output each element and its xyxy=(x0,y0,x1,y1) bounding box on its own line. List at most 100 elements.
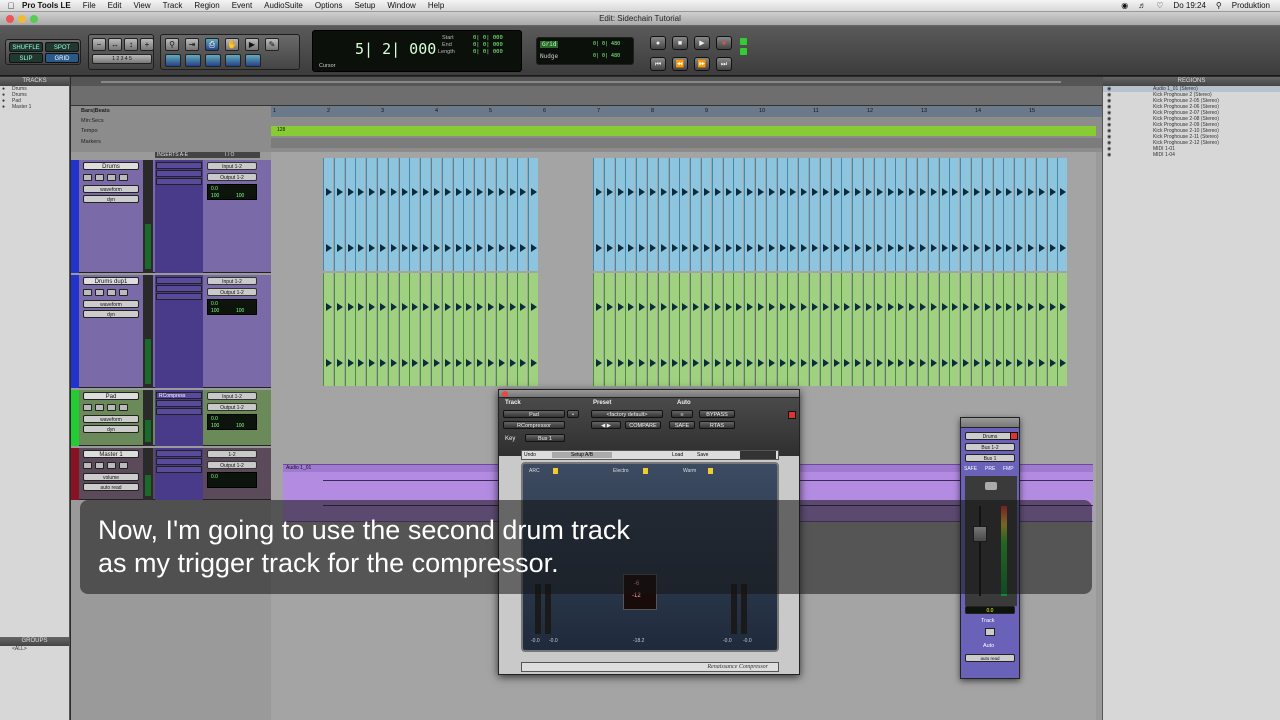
menu-audiosuite[interactable]: AudioSuite xyxy=(264,1,303,10)
preset-prev-next[interactable]: ◀ ▶ xyxy=(591,421,621,429)
drum-clip[interactable] xyxy=(830,273,841,386)
insert-slot[interactable] xyxy=(156,400,202,407)
rtas-button[interactable]: RTAS xyxy=(699,421,735,429)
insertion-follows-icon[interactable] xyxy=(245,54,261,67)
output-fmp-button[interactable]: FMP xyxy=(1003,466,1014,472)
drum-clip[interactable] xyxy=(1025,273,1035,386)
drum-clip[interactable] xyxy=(625,158,636,271)
drum-clip[interactable] xyxy=(809,158,819,271)
app-menu[interactable]: Pro Tools LE xyxy=(22,1,71,10)
drum-clip[interactable] xyxy=(938,158,949,271)
search-icon[interactable]: ⚲ xyxy=(1216,1,1222,10)
drum-clip[interactable] xyxy=(636,273,647,386)
drum-clip[interactable] xyxy=(431,273,441,386)
fast-forward-button[interactable]: ⏩ xyxy=(694,57,710,71)
drum-clip[interactable] xyxy=(409,158,420,271)
volume-icon[interactable]: ♬ xyxy=(1138,1,1146,10)
drum-clip[interactable] xyxy=(441,158,452,271)
drum-clip[interactable] xyxy=(679,158,690,271)
menu-edit[interactable]: Edit xyxy=(108,1,122,10)
input-monitor-icon[interactable] xyxy=(95,289,104,296)
output-select[interactable]: Output 1-2 xyxy=(207,403,257,411)
insert-slot[interactable]: RCompress xyxy=(156,392,202,399)
drum-clip[interactable] xyxy=(420,158,431,271)
track-name[interactable]: Drums xyxy=(83,162,139,170)
drum-clip[interactable] xyxy=(819,158,830,271)
groups-panel-header[interactable]: GROUPS xyxy=(0,637,69,646)
setup-ab-button[interactable]: Setup A/B xyxy=(552,452,612,458)
automation-mode-select[interactable]: dyn xyxy=(83,425,139,433)
drum-clip[interactable] xyxy=(690,273,701,386)
output-volume-value[interactable]: 0.0 xyxy=(965,606,1015,614)
key-input-select[interactable]: Bus 1 xyxy=(525,434,565,442)
drum-clip[interactable] xyxy=(366,273,377,386)
mute-icon[interactable] xyxy=(119,289,128,296)
drum-clip[interactable] xyxy=(906,158,917,271)
drum-clip[interactable] xyxy=(841,158,852,271)
save-preset-button[interactable]: Save xyxy=(697,452,708,458)
drum-clip[interactable] xyxy=(711,158,722,271)
drum-clip[interactable] xyxy=(1035,273,1046,386)
drum-clip[interactable] xyxy=(679,273,690,386)
menu-event[interactable]: Event xyxy=(232,1,252,10)
volume-pan-display[interactable]: 0.0 100 100 xyxy=(207,414,257,430)
input-select[interactable]: 1-2 xyxy=(207,450,257,458)
drum-clip[interactable] xyxy=(603,273,614,386)
drum-clip[interactable] xyxy=(593,273,603,386)
solo-icon[interactable] xyxy=(107,404,116,411)
zoom-presets[interactable]: 1 2 3 4 5 xyxy=(92,54,152,64)
drum-clip[interactable] xyxy=(711,273,722,386)
volume-pan-display[interactable]: 0.0 100 100 xyxy=(207,184,257,200)
drum-clip[interactable] xyxy=(398,273,409,386)
drum-clip[interactable] xyxy=(1003,158,1014,271)
shuffle-mode-button[interactable]: SHUFFLE xyxy=(9,42,43,52)
drum-clip[interactable] xyxy=(614,158,625,271)
drum-clip[interactable] xyxy=(830,158,841,271)
drum-clip[interactable] xyxy=(722,273,733,386)
output-auto-select[interactable]: auto read xyxy=(965,654,1015,662)
drum-clip[interactable] xyxy=(755,273,765,386)
drum-clip[interactable] xyxy=(798,158,809,271)
ruler-bars-beats[interactable]: Bars|Beats xyxy=(81,108,110,114)
drum-clip[interactable] xyxy=(366,158,377,271)
link-led-icon[interactable] xyxy=(740,48,747,55)
group-list-item[interactable]: <ALL> xyxy=(0,646,69,652)
drum-clip[interactable] xyxy=(344,158,355,271)
drum-clip[interactable] xyxy=(333,158,344,271)
insert-slot[interactable] xyxy=(156,285,202,292)
drum-clip[interactable] xyxy=(809,273,819,386)
drum-clip[interactable] xyxy=(819,273,830,386)
track-header[interactable]: Drums waveform dyn Input 1-2 Output 1-2 … xyxy=(71,160,271,273)
output-select[interactable]: Output 1-2 xyxy=(207,173,257,181)
drum-clip[interactable] xyxy=(981,158,992,271)
zoom-in-icon[interactable]: ↔ xyxy=(108,38,122,51)
drum-clip[interactable] xyxy=(495,273,506,386)
drum-clip[interactable] xyxy=(333,273,344,386)
drum-clip[interactable] xyxy=(852,273,863,386)
online-button[interactable]: ● xyxy=(650,36,666,50)
input-select[interactable]: Input 1-2 xyxy=(207,392,257,400)
drum-clip[interactable] xyxy=(323,158,333,271)
solo-icon[interactable] xyxy=(107,462,116,469)
clock[interactable]: Do 19:24 xyxy=(1173,1,1205,10)
drum-clip[interactable] xyxy=(765,273,776,386)
drum-clip[interactable] xyxy=(1003,273,1014,386)
zoomer-tool-icon[interactable]: ⚲ xyxy=(165,38,179,51)
drum-clip[interactable] xyxy=(701,273,711,386)
drum-clip[interactable] xyxy=(344,273,355,386)
output-window-close-icon[interactable] xyxy=(1010,432,1018,440)
drum-clip[interactable] xyxy=(387,273,398,386)
drum-clip[interactable] xyxy=(981,273,992,386)
grid-icon[interactable] xyxy=(165,54,181,67)
drum-clip[interactable] xyxy=(960,273,971,386)
track-view-select[interactable]: waveform xyxy=(83,415,139,423)
insert-slot[interactable] xyxy=(156,162,202,169)
drum-clip[interactable] xyxy=(474,158,485,271)
drum-clip[interactable] xyxy=(1046,273,1057,386)
menu-view[interactable]: View xyxy=(133,1,150,10)
grabber-tool-icon[interactable]: ✋ xyxy=(225,38,239,51)
nudge-label[interactable]: Nudge xyxy=(540,53,558,60)
apple-menu-icon[interactable]:  xyxy=(0,1,22,11)
regions-panel-header[interactable]: REGIONS xyxy=(1103,77,1280,86)
zoom-window-icon[interactable] xyxy=(30,15,38,23)
